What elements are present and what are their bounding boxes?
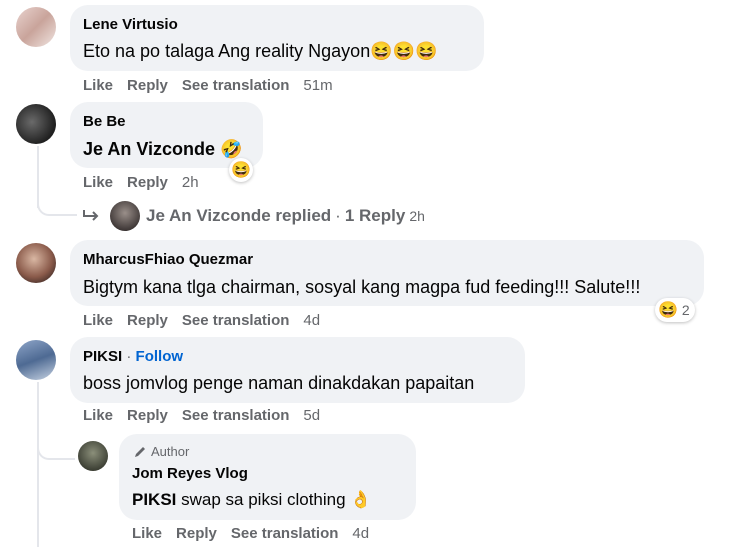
see-translation-button[interactable]: See translation [231, 525, 339, 542]
like-button[interactable]: Like [132, 525, 162, 542]
separator: · [126, 348, 132, 365]
haha-reaction-icon: 😆 [658, 302, 678, 319]
like-button[interactable]: Like [83, 174, 113, 191]
avatar[interactable] [16, 243, 56, 283]
see-translation-button[interactable]: See translation [182, 77, 290, 94]
timestamp: 2h [409, 208, 425, 224]
reply-actions: Like Reply See translation 4d [132, 525, 383, 542]
reply-button[interactable]: Reply [127, 312, 168, 329]
thread-curve [37, 420, 75, 460]
timestamp[interactable]: 4d [352, 525, 369, 542]
thread-curve [37, 180, 77, 216]
reply-button[interactable]: Reply [127, 77, 168, 94]
pen-icon [135, 446, 145, 457]
avatar[interactable] [16, 7, 56, 47]
see-translation-button[interactable]: See translation [182, 407, 290, 424]
mention-link[interactable]: Je An Vizconde [83, 139, 215, 159]
reply-count[interactable]: 1 Reply [345, 206, 405, 226]
replier-name[interactable]: Je An Vizconde replied [146, 206, 331, 226]
author-badge: Author [133, 444, 189, 459]
rofl-emoji-icon: 🤣 [220, 139, 243, 159]
reply-text: PIKSI swap sa piksi clothing 👌 [132, 490, 372, 509]
reply-button[interactable]: Reply [127, 407, 168, 424]
view-replies-link[interactable]: Je An Vizconde replied · 1 Reply 2h [82, 201, 425, 231]
haha-reaction-icon: 😆 [231, 162, 251, 179]
avatar[interactable] [78, 441, 108, 471]
reply-button[interactable]: Reply [127, 174, 168, 191]
comment-actions: Like Reply See translation 4d [83, 312, 334, 329]
comment-author[interactable]: Lene Virtusio [83, 16, 178, 33]
like-button[interactable]: Like [83, 77, 113, 94]
comment-author[interactable]: Be Be [83, 113, 126, 130]
comment-text: Bigtym kana tlga chairman, sosyal kang m… [83, 277, 641, 297]
like-button[interactable]: Like [83, 407, 113, 424]
laughing-emoji-icon: 😆😆😆 [370, 41, 438, 61]
comment-bubble: PIKSI · Follow boss jomvlog penge naman … [70, 337, 525, 403]
thread-line [37, 382, 39, 547]
comment-text: boss jomvlog penge naman dinakdakan papa… [83, 373, 475, 393]
reaction-summary[interactable]: 😆 [229, 158, 253, 182]
see-translation-button[interactable]: See translation [182, 312, 290, 329]
avatar [110, 201, 140, 231]
reply-bubble: Author Jom Reyes Vlog PIKSI swap sa piks… [119, 434, 416, 520]
like-button[interactable]: Like [83, 312, 113, 329]
reply-author[interactable]: Jom Reyes Vlog [132, 465, 248, 482]
comment-bubble: Lene Virtusio Eto na po talaga Ang reali… [70, 5, 484, 71]
comment-actions: Like Reply See translation 5d [83, 407, 334, 424]
comment-text: Eto na po talaga Ang reality Ngayon😆😆😆 [83, 41, 438, 61]
reply-arrow-icon [83, 210, 99, 221]
separator: · [335, 206, 341, 225]
comment-bubble: MharcusFhiao Quezmar Bigtym kana tlga ch… [70, 240, 704, 306]
follow-button[interactable]: Follow [136, 348, 184, 365]
comment-author-row: PIKSI · Follow [83, 348, 183, 365]
avatar[interactable] [16, 340, 56, 380]
avatar[interactable] [16, 104, 56, 144]
reply-button[interactable]: Reply [176, 525, 217, 542]
timestamp[interactable]: 51m [303, 77, 332, 94]
ok-hand-emoji-icon: 👌 [350, 490, 372, 509]
timestamp[interactable]: 5d [303, 407, 320, 424]
comment-author[interactable]: MharcusFhiao Quezmar [83, 251, 253, 268]
comment-bubble: Be Be Je An Vizconde 🤣 [70, 102, 263, 168]
reaction-count: 2 [681, 302, 690, 318]
reaction-summary[interactable]: 😆 2 [655, 298, 695, 322]
comment-author[interactable]: PIKSI [83, 348, 122, 365]
mention-link[interactable]: PIKSI [132, 490, 176, 509]
comment-text: Je An Vizconde 🤣 [83, 139, 242, 160]
timestamp[interactable]: 2h [182, 174, 199, 191]
comment-actions: Like Reply See translation 51m [83, 77, 347, 94]
timestamp[interactable]: 4d [303, 312, 320, 329]
comment-actions: Like Reply 2h [83, 174, 213, 191]
